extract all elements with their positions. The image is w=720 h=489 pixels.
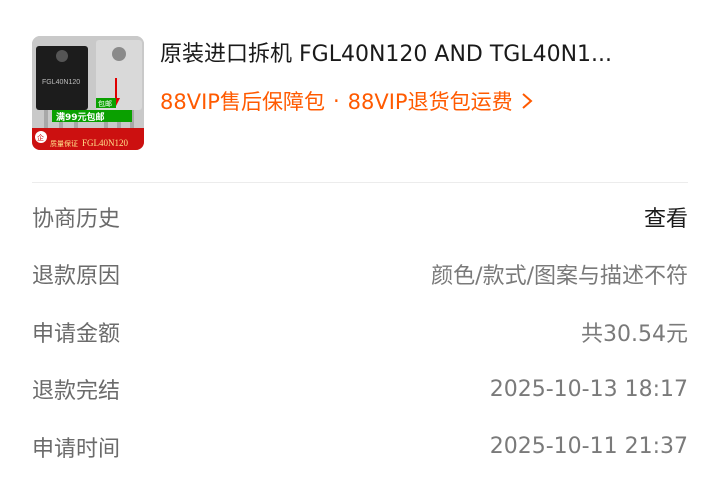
row-label: 退款原因 — [32, 264, 121, 290]
service-right-label: 88VIP退货包运费 — [347, 90, 513, 114]
row-label: 申请时间 — [32, 436, 121, 462]
negotiation-history-row[interactable]: 协商历史 查看 — [32, 188, 688, 246]
refund-info-list: 协商历史 查看 退款原因 颜色/款式/图案与描述不符 申请金额 共30.54元 … — [32, 188, 688, 476]
promo-text: 满99元包邮 — [56, 111, 105, 123]
product-title[interactable]: 原装进口拆机 FGL40N120 AND TGL40N1... — [160, 38, 688, 72]
refund-amount-row: 申请金额 共30.54元 — [32, 303, 688, 361]
refund-detail-page: FGL40N120 包邮 满99元包邮 企 质量保证 FGL40N120 原装进… — [0, 0, 720, 489]
chip-print-text: FGL40N120 — [42, 79, 80, 86]
chevron-right-icon — [521, 92, 533, 110]
product-thumbnail[interactable]: FGL40N120 包邮 满99元包邮 企 质量保证 FGL40N120 — [32, 36, 144, 150]
row-value: 2025-10-13 18:17 — [489, 376, 688, 402]
service-separator: · — [332, 89, 340, 113]
product-card[interactable]: FGL40N120 包邮 满99元包邮 企 质量保证 FGL40N120 原装进… — [32, 36, 688, 154]
service-left-label: 88VIP售后保障包 — [160, 90, 325, 114]
refund-reason-row: 退款原因 颜色/款式/图案与描述不符 — [32, 246, 688, 304]
row-value: 颜色/款式/图案与描述不符 — [431, 264, 688, 290]
shop-logo-text: 企 — [37, 133, 44, 142]
row-label: 协商历史 — [32, 206, 121, 232]
view-history-link[interactable]: 查看 — [644, 201, 688, 233]
row-value: 2025-10-11 21:37 — [489, 434, 688, 460]
free-shipping-badge: 包邮 — [98, 99, 112, 108]
row-value: 共30.54元 — [581, 321, 688, 347]
model-text: FGL40N120 — [82, 138, 129, 148]
row-label: 退款完结 — [32, 379, 121, 405]
quality-text: 质量保证 — [50, 139, 78, 148]
refund-completed-row: 退款完结 2025-10-13 18:17 — [32, 361, 688, 419]
divider — [32, 182, 688, 183]
service-guarantee-link[interactable]: 88VIP售后保障包 · 88VIP退货包运费 — [160, 84, 533, 118]
application-time-row: 申请时间 2025-10-11 21:37 — [32, 418, 688, 476]
row-label: 申请金额 — [32, 321, 121, 347]
